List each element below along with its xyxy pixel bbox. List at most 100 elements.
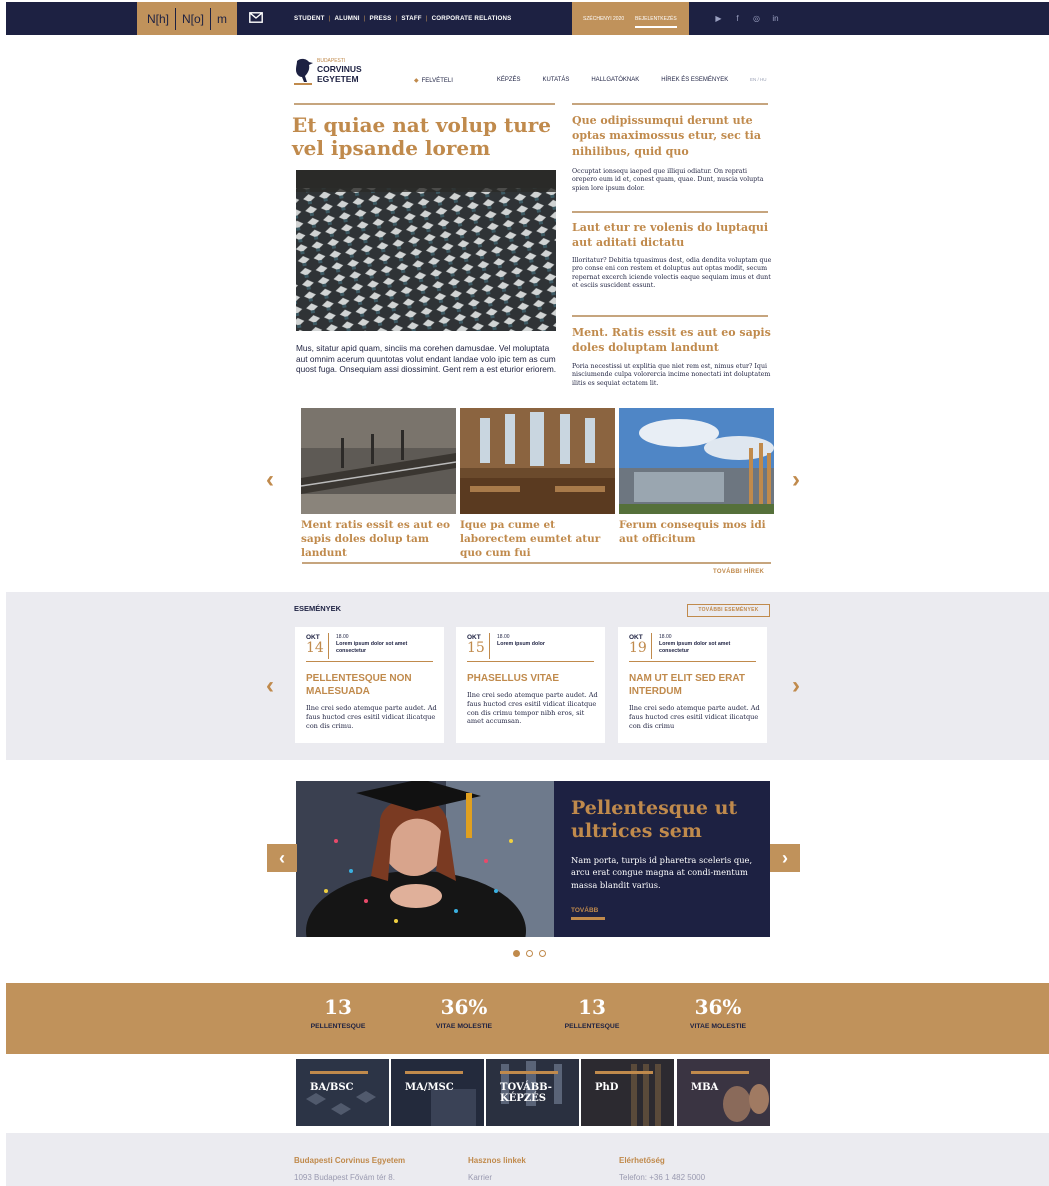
side-news-title[interactable]: Ment. Ratis essit es aut eo sapis doles …	[572, 325, 772, 356]
footer-col-title: Hasznos linkek	[468, 1156, 526, 1165]
program-label: MBA	[691, 1082, 719, 1093]
stat-label: PELLENTESQUE	[310, 1023, 366, 1030]
link-student[interactable]: STUDENT	[294, 15, 325, 22]
feature-image-graduate[interactable]	[296, 781, 554, 937]
news-prev-arrow-icon[interactable]: ‹	[266, 468, 274, 492]
event-day: 15	[467, 640, 485, 656]
event-day: 19	[629, 640, 647, 656]
event-title[interactable]: PELLENTESQUE NON MALESUADA	[306, 673, 436, 698]
more-news-link[interactable]: TOVÁBBI HÍREK	[713, 569, 764, 575]
szechenyi-link[interactable]: SZÉCHENYI 2020	[583, 16, 624, 22]
brand-letter: N[h]	[146, 11, 169, 26]
footer	[6, 1133, 1049, 1186]
event-day: 14	[306, 640, 324, 656]
news-card-title[interactable]: Ique pa cume et laborectem eumtet atur q…	[460, 518, 615, 560]
program-label: PhD	[595, 1082, 619, 1093]
slider-dot-active[interactable]	[513, 950, 520, 957]
stat-label: VITAE MOLESTIE	[689, 1023, 747, 1030]
diamond-icon: ◆	[414, 78, 419, 84]
linkedin-icon[interactable]: in	[771, 14, 780, 23]
stat-number: 13	[578, 995, 606, 1019]
news-card-title[interactable]: Ment ratis essit es aut eo sapis doles d…	[301, 518, 456, 560]
nav-item-felveteli[interactable]: ◆ FELVÉTELI	[414, 77, 475, 84]
logo-line-3: EGYETEM	[317, 74, 359, 84]
event-description: Ilne crei sedo atemque parte audet. Ad f…	[467, 691, 598, 726]
nhom-brand[interactable]: N[h] N[o] m	[137, 2, 237, 35]
news-image-stairs	[301, 408, 456, 514]
news-card[interactable]: Ment ratis essit es aut eo sapis doles d…	[301, 408, 456, 560]
side-news-title[interactable]: Que odipissumqui derunt ute optas maximo…	[572, 113, 772, 159]
stats-band	[6, 983, 1049, 1054]
event-description: Ilne crei sedo atemque parte audet. Ad f…	[629, 704, 760, 730]
news-card-title[interactable]: Ferum consequis mos idi aut officitum	[619, 518, 774, 546]
footer-col-title: Budapesti Corvinus Egyetem	[294, 1156, 406, 1165]
event-meta: Lorem ipsum dolor	[497, 641, 545, 647]
stat-item: 13 PELLENTESQUE	[278, 995, 398, 1030]
mail-icon[interactable]	[249, 12, 263, 23]
event-title[interactable]: NAM UT ELIT SED ERAT INTERDUM	[629, 673, 759, 698]
event-time: 18.00	[659, 634, 672, 640]
events-prev-arrow-icon[interactable]: ‹	[266, 674, 274, 698]
side-news-text: Occuptat ionsequ iaeped que illiqui odia…	[572, 168, 764, 192]
divider	[294, 103, 555, 105]
logo-underline	[294, 83, 312, 85]
slider-dot[interactable]	[526, 950, 533, 957]
footer-link-karrier[interactable]: Karrier	[468, 1173, 492, 1182]
program-tile-phd[interactable]: PhD	[581, 1059, 674, 1126]
program-label: MA/MSC	[405, 1082, 454, 1093]
event-card[interactable]: OKT 15 18.00 Lorem ipsum dolor PHASELLUS…	[456, 627, 605, 743]
program-tile-tovabbkepzes[interactable]: TOVÁBB- KÉPZÉS	[486, 1059, 579, 1126]
stat-number: 13	[324, 995, 352, 1019]
program-tile-mba[interactable]: MBA	[677, 1059, 770, 1126]
stat-number: 36%	[440, 995, 488, 1019]
stat-item: 36% VITAE MOLESTIE	[658, 995, 778, 1030]
event-card[interactable]: OKT 19 18.00 Lorem ipsum dolor sot amet …	[618, 627, 767, 743]
nav-item-kutatas[interactable]: KUTATÁS	[543, 77, 570, 84]
hero-image-graduation-caps[interactable]	[296, 170, 556, 331]
feature-title[interactable]: Pellentesque ut ultrices sem	[571, 797, 761, 843]
feature-prev-arrow-icon[interactable]: ‹	[267, 844, 297, 872]
hero-text: Mus, sitatur apid quam, sinciis ma coreh…	[296, 343, 557, 375]
divider	[302, 562, 771, 564]
brand-letter: N[o]	[175, 7, 210, 30]
hero-title[interactable]: Et quiae nat volup ture vel ipsande lore…	[292, 114, 557, 160]
nav-item-hirek[interactable]: HÍREK ÉS ESEMÉNYEK	[661, 77, 728, 84]
nav-item-hallgatoknak[interactable]: HALLGATÓKNAK	[591, 77, 639, 84]
footer-phone: Telefon: +36 1 482 5000	[619, 1173, 706, 1182]
event-card[interactable]: OKT 14 18.00 Lorem ipsum dolor sot amet …	[295, 627, 444, 743]
youtube-icon[interactable]: ▶	[714, 14, 723, 23]
divider	[572, 211, 768, 213]
link-staff[interactable]: STAFF	[401, 15, 421, 22]
link-corporate-relations[interactable]: CORPORATE RELATIONS	[432, 15, 512, 22]
program-tile-ba-bsc[interactable]: BA/BSC	[296, 1059, 389, 1126]
language-switch[interactable]: EN / HU	[750, 77, 767, 82]
news-next-arrow-icon[interactable]: ›	[792, 468, 800, 492]
more-events-button[interactable]: TOVÁBBI ESEMÉNYEK	[687, 604, 770, 617]
feature-more-link[interactable]: TOVÁBB	[571, 907, 605, 920]
side-news-title[interactable]: Laut etur re volenis do luptaqui aut adi…	[572, 220, 772, 251]
news-card[interactable]: Ique pa cume et laborectem eumtet atur q…	[460, 408, 615, 560]
facebook-icon[interactable]: f	[733, 14, 742, 23]
promo-area: SZÉCHENYI 2020 BEJELENTKEZÉS	[572, 2, 689, 35]
program-tile-ma-msc[interactable]: MA/MSC	[391, 1059, 484, 1126]
raven-logo-icon	[296, 58, 313, 82]
main-nav: ◆ FELVÉTELI KÉPZÉS KUTATÁS HALLGATÓKNAK H…	[414, 77, 750, 84]
stat-item: 13 PELLENTESQUE	[532, 995, 652, 1030]
nav-item-kepzes[interactable]: KÉPZÉS	[497, 77, 521, 84]
instagram-icon[interactable]: ◎	[752, 14, 761, 23]
link-alumni[interactable]: ALUMNI	[334, 15, 359, 22]
feature-next-arrow-icon[interactable]: ›	[770, 844, 800, 872]
login-link[interactable]: BEJELENTKEZÉS	[635, 16, 677, 28]
program-label: TOVÁBB- KÉPZÉS	[500, 1082, 552, 1104]
link-press[interactable]: PRESS	[370, 15, 392, 22]
top-bar: N[h] N[o] m STUDENT | ALUMNI | PRESS | STAF…	[6, 2, 1049, 35]
events-title: ESEMÉNYEK	[294, 604, 342, 613]
footer-col-title: Elérhetőség	[619, 1156, 665, 1165]
brand-letter: m	[210, 7, 233, 30]
footer-address: 1093 Budapest Fővám tér 8.	[294, 1173, 395, 1182]
side-news-text: Poria necestissi ut explitia que niet re…	[572, 363, 771, 387]
events-next-arrow-icon[interactable]: ›	[792, 674, 800, 698]
slider-dot[interactable]	[539, 950, 546, 957]
news-card[interactable]: Ferum consequis mos idi aut officitum	[619, 408, 774, 546]
event-title[interactable]: PHASELLUS VITAE	[467, 673, 597, 686]
